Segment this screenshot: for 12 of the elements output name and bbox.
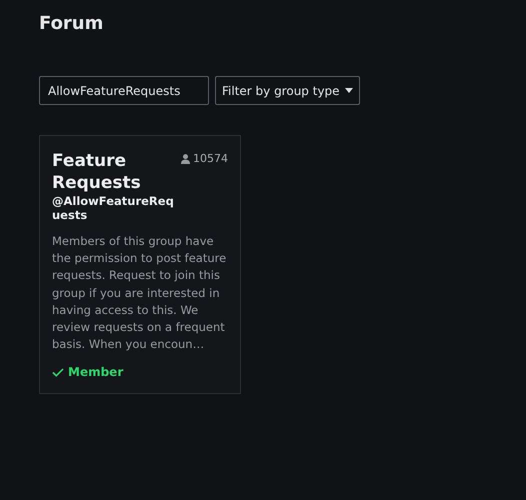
search-field[interactable]: AllowFeatureRequests: [39, 76, 209, 105]
group-handle: @AllowFeatureRequests: [52, 194, 175, 222]
caret-icon: [344, 88, 353, 93]
member-status: Member: [52, 365, 228, 380]
check-icon: [52, 368, 64, 377]
person-icon: [181, 154, 190, 164]
group-name: Feature Requests: [52, 150, 142, 194]
member-count: 10574: [193, 152, 228, 165]
filter-dropdown[interactable]: Filter by group type: [215, 76, 360, 105]
group-card[interactable]: [39, 135, 241, 394]
page-title: Forum: [39, 12, 104, 36]
group-description: Members of this group have the permission to post feature requests. Request to join this group if you are interested in having access to this. We review requests on a frequent basis. When you encoun…: [52, 233, 228, 354]
